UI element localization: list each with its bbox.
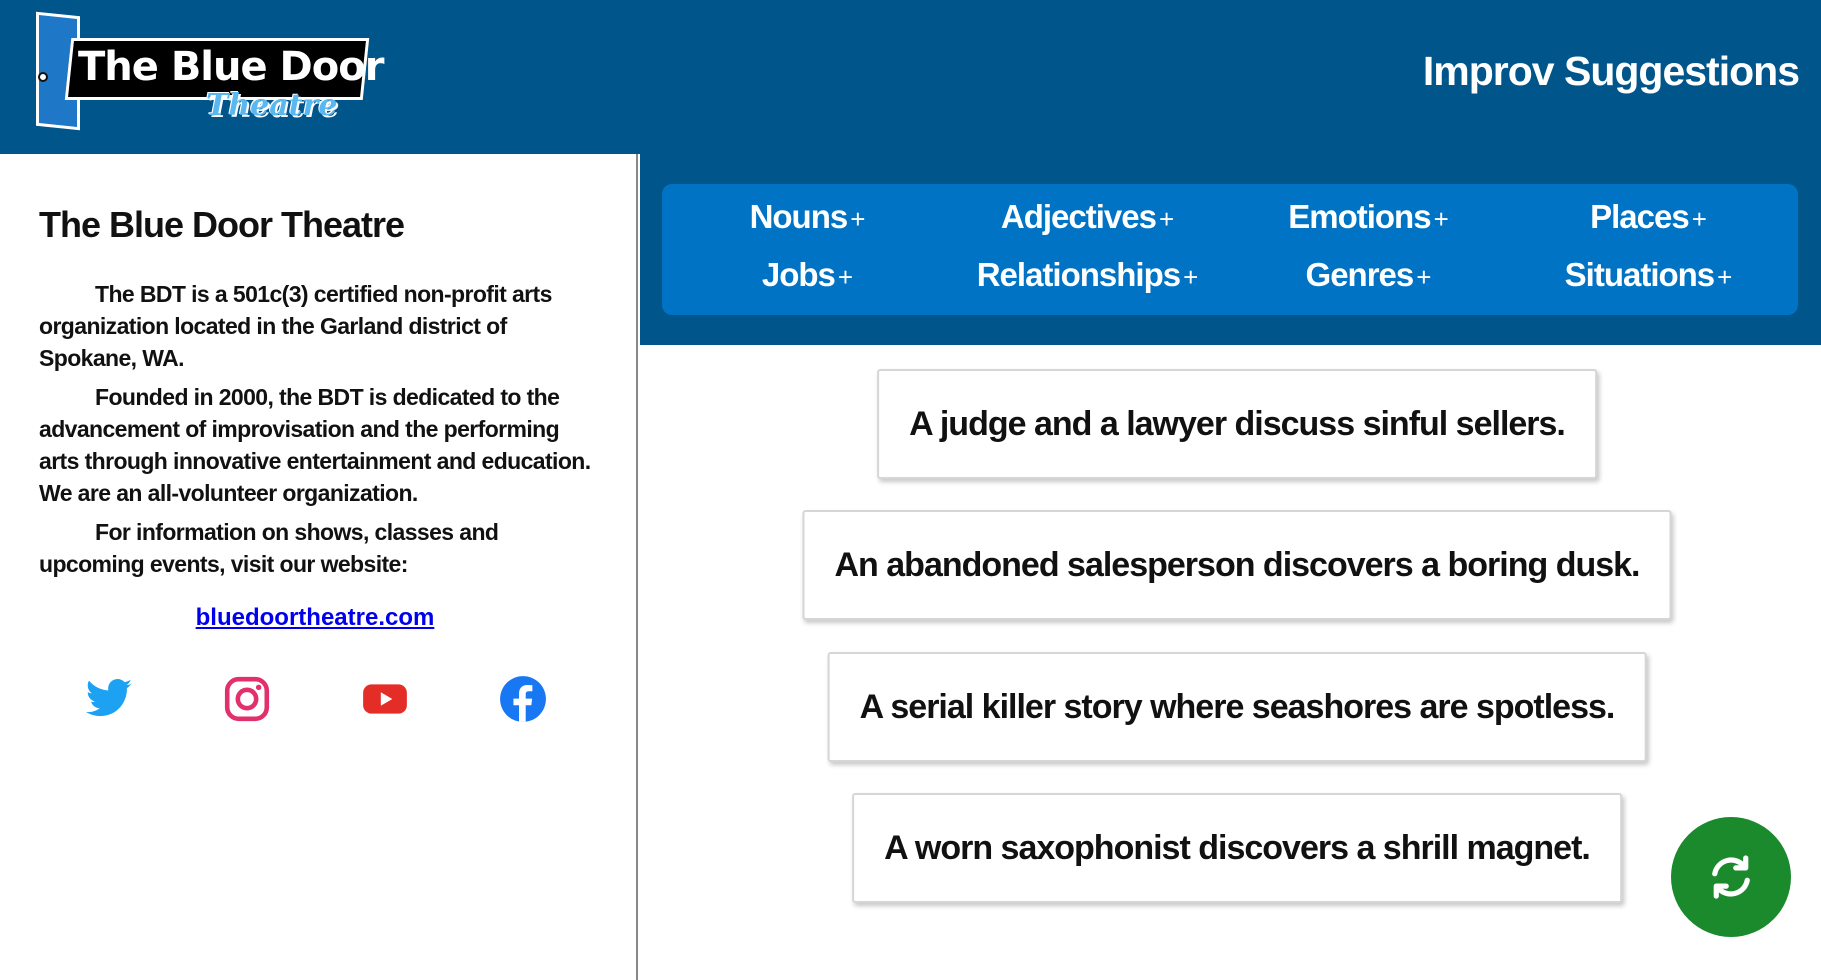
about-paragraph: For information on shows, classes and up… (39, 519, 499, 577)
facebook-icon[interactable] (498, 674, 548, 724)
category-genres[interactable]: Genres + (1305, 256, 1432, 294)
suggestion-card: A serial killer story where seashores ar… (827, 652, 1647, 762)
suggestion-card: A worn saxophonist discovers a shrill ma… (852, 793, 1622, 903)
category-label: Places (1590, 198, 1690, 235)
website-link[interactable]: bluedoortheatre.com (0, 604, 630, 632)
plus-icon: + (1183, 262, 1198, 292)
category-label: Nouns (749, 198, 849, 235)
category-jobs[interactable]: Jobs + (761, 256, 853, 294)
plus-icon: + (1433, 204, 1449, 234)
instagram-icon[interactable] (222, 674, 272, 724)
plus-icon: + (1717, 262, 1732, 292)
about-paragraph: Founded in 2000, the BDT is dedicated to… (39, 384, 591, 506)
door-knob-icon (38, 72, 48, 82)
category-label: Jobs (761, 256, 836, 293)
category-label: Situations (1564, 256, 1716, 293)
plus-icon: + (1691, 204, 1707, 234)
category-situations[interactable]: Situations + (1564, 256, 1733, 294)
category-relationships[interactable]: Relationships + (976, 256, 1199, 294)
plus-icon: + (1416, 262, 1431, 292)
page-title: Improv Suggestions (1422, 48, 1800, 94)
logo[interactable]: The Blue Door Theatre (30, 10, 384, 132)
category-label: Adjectives (1000, 198, 1157, 235)
plus-icon: + (1158, 204, 1174, 234)
suggestion-card: An abandoned salesperson discovers a bor… (802, 510, 1672, 620)
plus-icon: + (850, 204, 865, 234)
category-nouns[interactable]: Nouns + (749, 198, 866, 236)
sidebar: The Blue Door Theatre The BDT is a 501c(… (0, 154, 638, 980)
category-adjectives[interactable]: Adjectives + (1000, 198, 1174, 236)
category-places[interactable]: Places + (1590, 198, 1707, 236)
suggestion-card: A judge and a lawyer discuss sinful sell… (877, 369, 1597, 479)
category-label: Genres (1305, 256, 1415, 293)
about-text: The BDT is a 501c(3) certified non-profi… (39, 278, 599, 587)
refresh-icon (1712, 855, 1750, 899)
category-emotions[interactable]: Emotions + (1288, 198, 1449, 236)
plus-icon: + (837, 262, 853, 292)
twitter-icon[interactable] (84, 674, 134, 724)
page-header: The Blue Door Theatre Improv Suggestions (0, 0, 1821, 154)
about-paragraph: The BDT is a 501c(3) certified non-profi… (39, 281, 552, 371)
sidebar-heading: The Blue Door Theatre (39, 204, 405, 245)
logo-subtitle: Theatre (206, 88, 338, 123)
logo-title: The Blue Door (78, 44, 384, 90)
category-label: Emotions (1288, 198, 1431, 235)
refresh-button[interactable] (1671, 817, 1791, 937)
youtube-icon[interactable] (360, 674, 410, 724)
category-label: Relationships (976, 256, 1181, 293)
